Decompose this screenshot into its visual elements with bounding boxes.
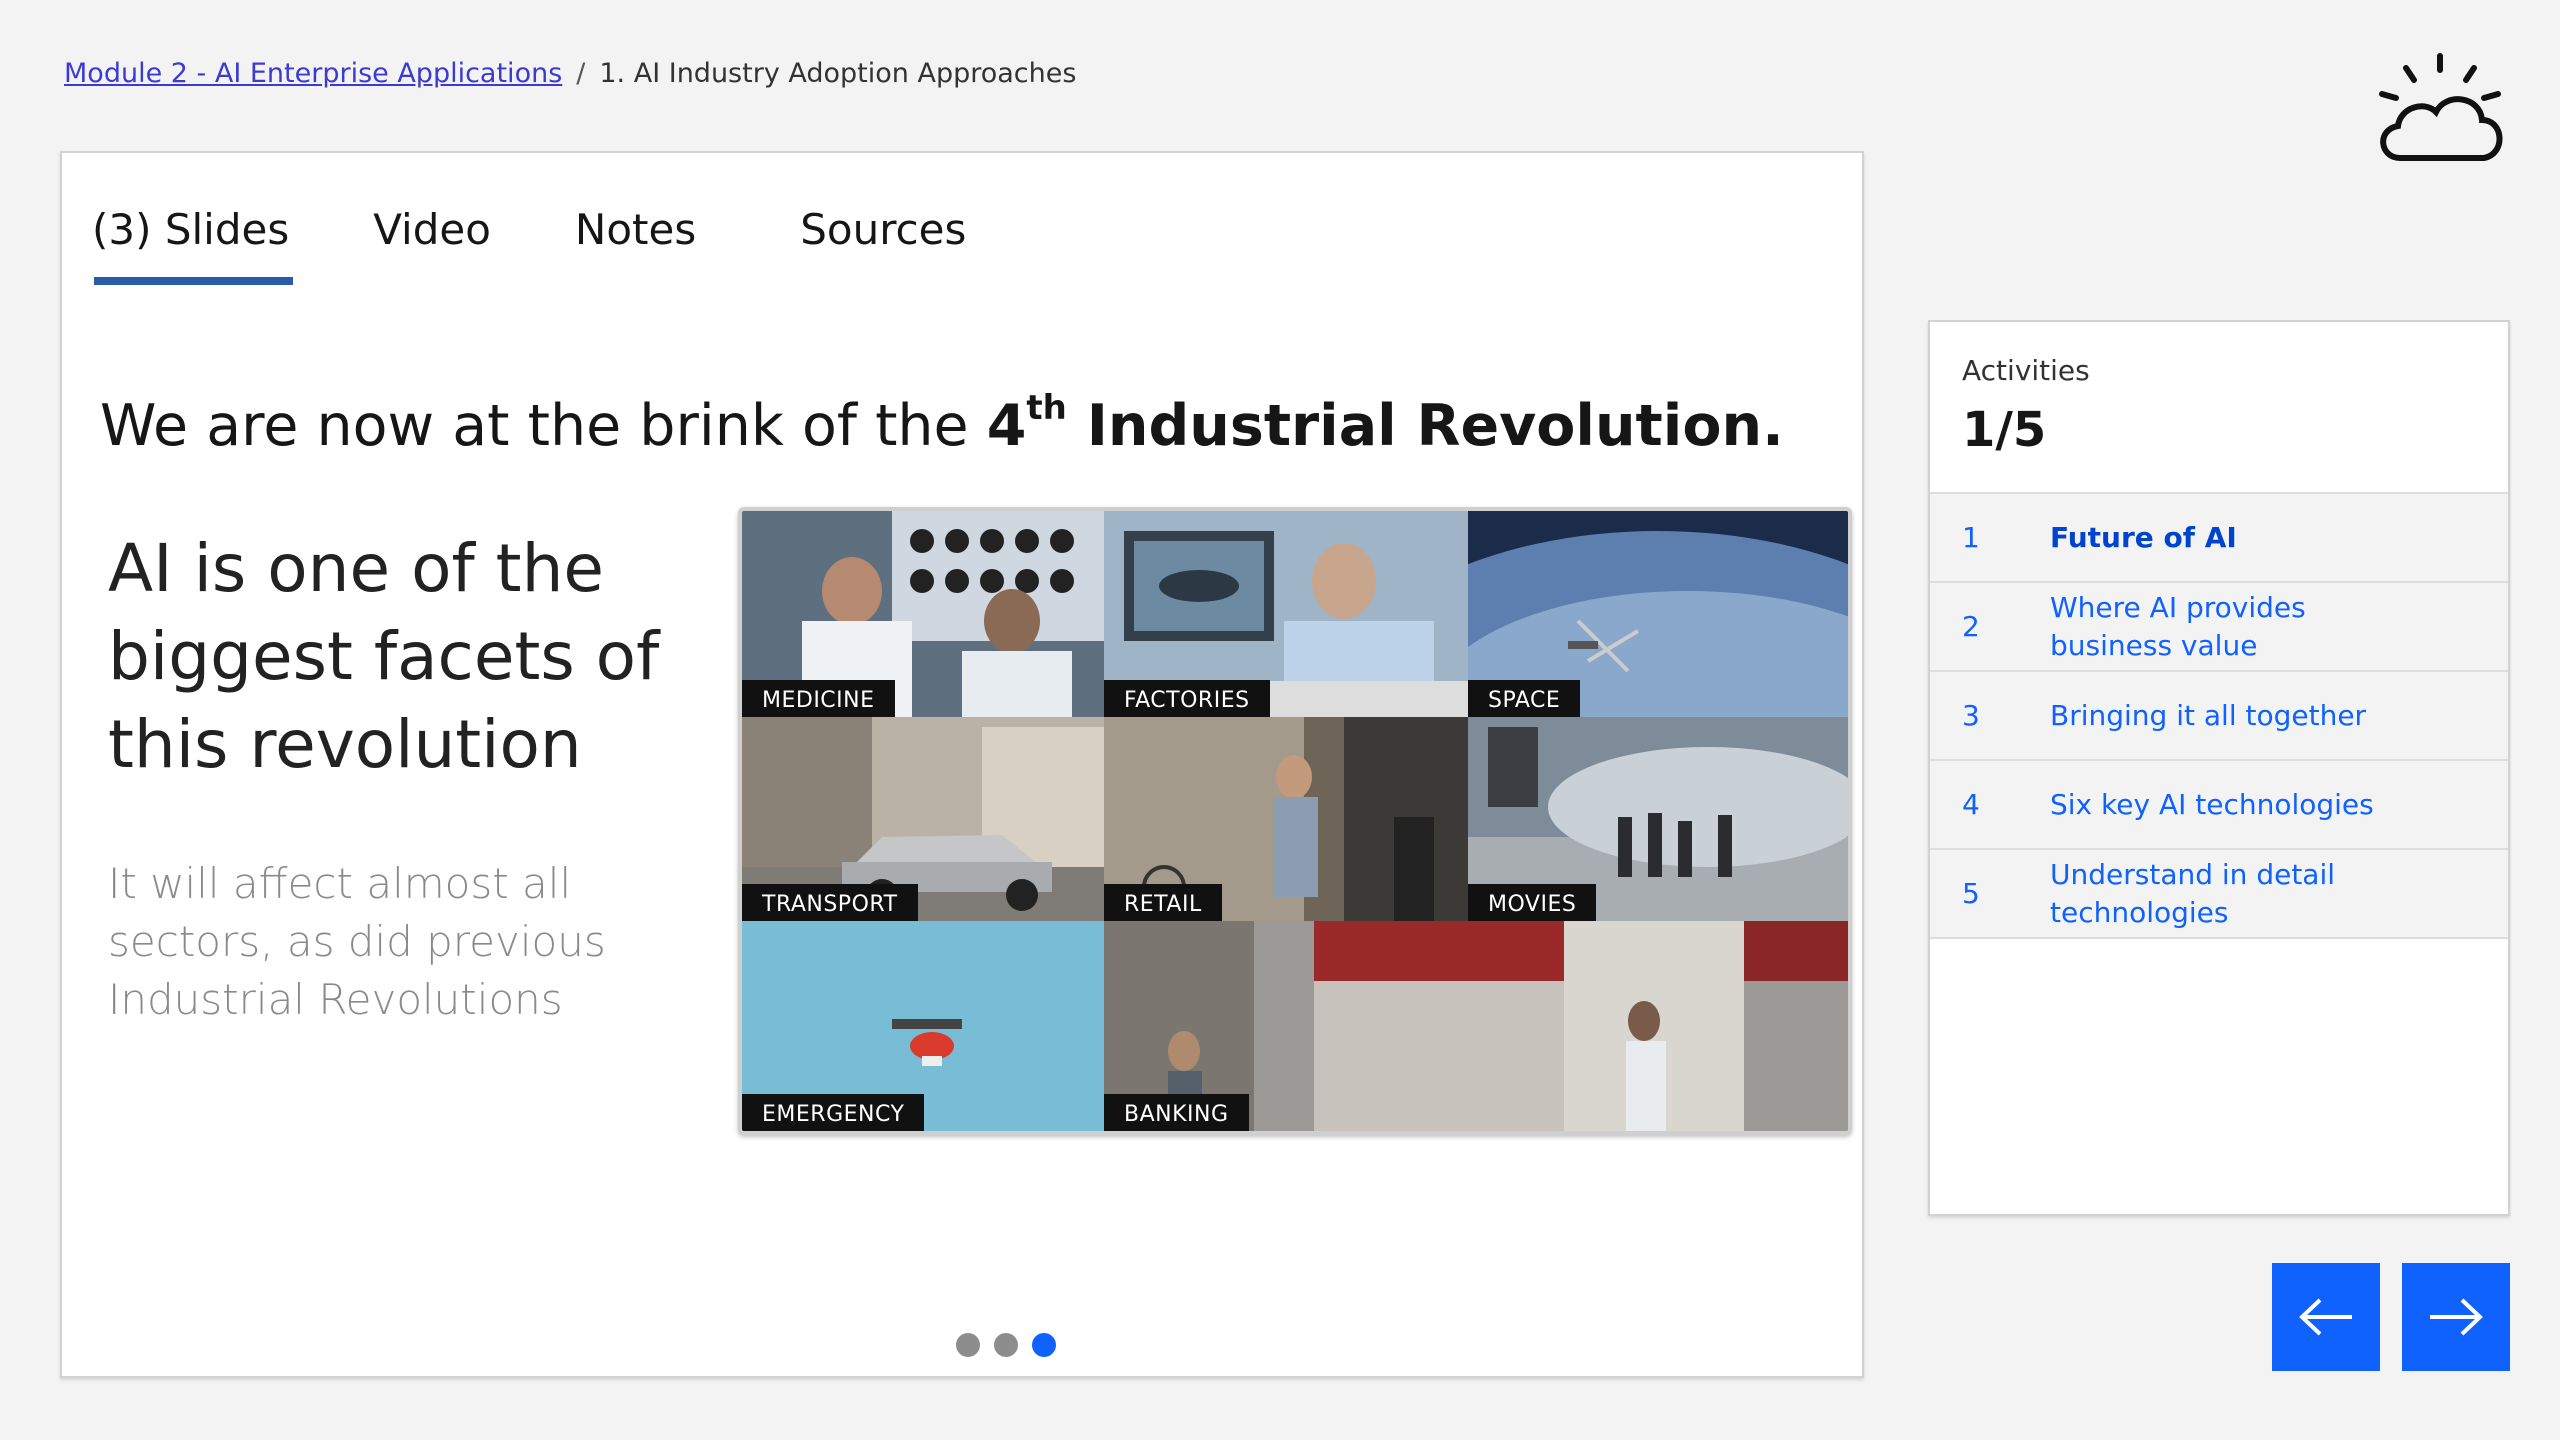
headline-number: 4 xyxy=(986,393,1027,459)
activity-number: 4 xyxy=(1962,788,1980,821)
collage-label: TRANSPORT xyxy=(742,884,918,921)
next-button[interactable] xyxy=(2402,1263,2510,1371)
activity-item-six-technologies[interactable]: 4 Six key AI technologies xyxy=(1930,761,2508,850)
activity-label: Bringing it all together xyxy=(2050,698,2367,732)
tab-sources[interactable]: Sources xyxy=(796,205,970,285)
pager-dot-active[interactable] xyxy=(1032,1333,1056,1357)
tab-video[interactable]: Video xyxy=(369,205,495,285)
collage-label: EMERGENCY xyxy=(742,1094,925,1131)
activities-count: 1/5 xyxy=(1962,402,2047,458)
slide-lead-text: AI is one of the biggest facets of this … xyxy=(108,530,660,783)
industry-collage-image: MEDICINE FACTORIES SPACE TRANSPORT RETAI… xyxy=(738,507,1852,1135)
activity-item-understand-technologies[interactable]: 5 Understand in detail technologies xyxy=(1930,850,2508,939)
slide-sub-text: It will affect almost all sectors, as di… xyxy=(108,859,606,1024)
collage-label: MEDICINE xyxy=(742,680,895,717)
pager-dot[interactable] xyxy=(994,1333,1018,1357)
activity-number: 2 xyxy=(1962,610,1980,643)
sun-cloud-logo-icon xyxy=(2372,50,2508,168)
tab-bar: (3) Slides Video Notes Sources xyxy=(88,205,970,285)
headline-bold-text: Industrial Revolution. xyxy=(1066,393,1784,459)
collage-tile-emergency: EMERGENCY xyxy=(742,921,1104,1131)
previous-button[interactable] xyxy=(2272,1263,2380,1371)
activity-label: Where AI provides business value xyxy=(2050,590,2306,662)
activity-label: Future of AI xyxy=(2050,520,2237,554)
collage-tile-space: SPACE xyxy=(1468,511,1848,717)
pager-dot[interactable] xyxy=(956,1333,980,1357)
activity-item-business-value[interactable]: 2 Where AI provides business value xyxy=(1930,583,2508,672)
activity-label: Understand in detail technologies xyxy=(2050,857,2336,929)
activity-number: 3 xyxy=(1962,699,1980,732)
activity-item-bringing-together[interactable]: 3 Bringing it all together xyxy=(1930,672,2508,761)
collage-label: RETAIL xyxy=(1104,884,1222,921)
collage-label: SPACE xyxy=(1468,680,1581,717)
collage-tile-retail: RETAIL xyxy=(1104,717,1468,921)
arrow-left-icon xyxy=(2299,1298,2352,1336)
tab-slides[interactable]: (3) Slides xyxy=(88,205,294,285)
arrow-right-icon xyxy=(2430,1298,2483,1336)
activities-list: 1 Future of AI 2 Where AI provides busin… xyxy=(1930,492,2508,939)
collage-tile-medicine: MEDICINE xyxy=(742,511,1104,717)
collage-label: FACTORIES xyxy=(1104,680,1270,717)
slide-pager xyxy=(956,1333,1056,1357)
activity-label: Six key AI technologies xyxy=(2050,787,2374,821)
breadcrumb: Module 2 - AI Enterprise Applications / … xyxy=(64,58,1076,89)
headline-superscript: th xyxy=(1026,388,1067,428)
collage-tile-movies: MOVIES xyxy=(1468,717,1848,921)
slide-headline: We are now at the brink of the 4th Indus… xyxy=(100,388,1784,459)
activities-title: Activities xyxy=(1962,354,2090,387)
activities-panel: Activities 1/5 1 Future of AI 2 Where AI… xyxy=(1928,320,2510,1216)
collage-tile-factories: FACTORIES xyxy=(1104,511,1468,717)
breadcrumb-current: 1. AI Industry Adoption Approaches xyxy=(599,58,1077,89)
activity-item-future-of-ai[interactable]: 1 Future of AI xyxy=(1930,494,2508,583)
breadcrumb-separator: / xyxy=(576,58,586,89)
collage-tile-transport: TRANSPORT xyxy=(742,717,1104,921)
collage-label: BANKING xyxy=(1104,1094,1249,1131)
breadcrumb-module-link[interactable]: Module 2 - AI Enterprise Applications xyxy=(64,58,562,89)
tab-notes[interactable]: Notes xyxy=(571,205,700,285)
headline-text: We are now at the brink of the xyxy=(100,393,987,459)
activity-number: 5 xyxy=(1962,877,1980,910)
activity-number: 1 xyxy=(1962,521,1980,554)
collage-tile-banking: BANKING xyxy=(1104,921,1848,1131)
content-card: (3) Slides Video Notes Sources We are no… xyxy=(60,151,1864,1378)
collage-label: MOVIES xyxy=(1468,884,1597,921)
